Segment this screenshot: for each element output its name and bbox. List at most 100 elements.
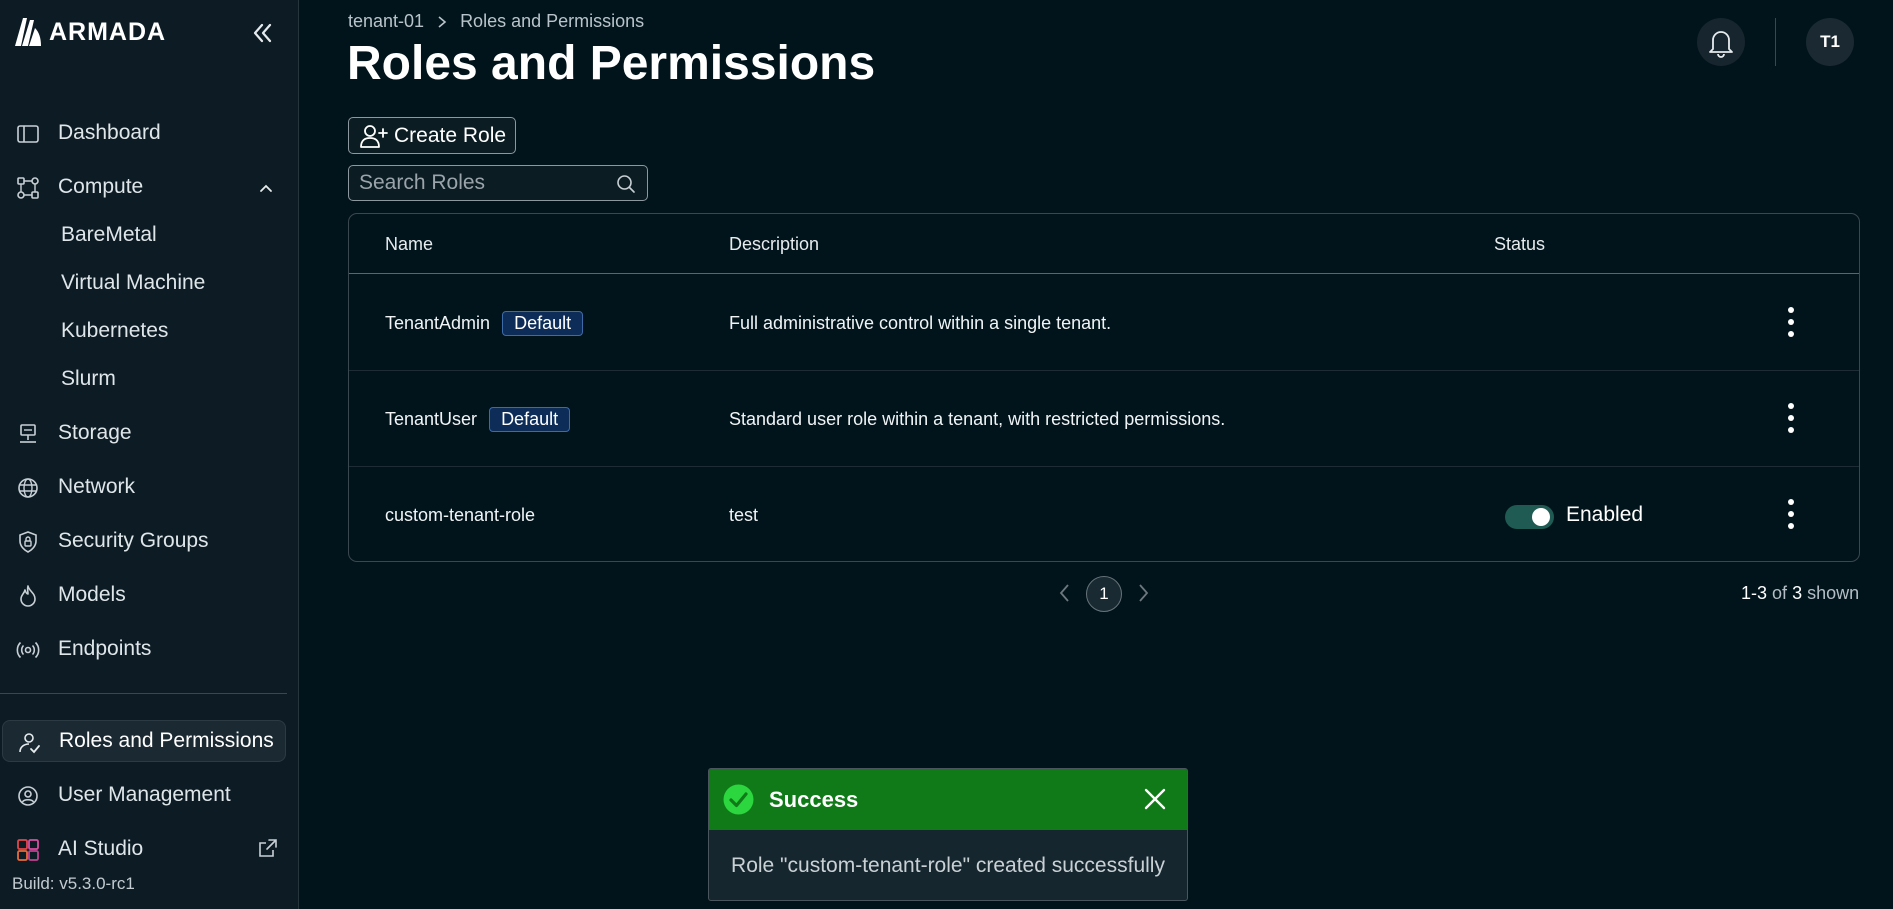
table-row[interactable]: custom-tenant-role test Enabled <box>349 467 1859 561</box>
status-label: Enabled <box>1566 503 1644 526</box>
avatar[interactable]: T1 <box>1806 18 1854 66</box>
column-header-name: Name <box>385 234 434 254</box>
toggle-knob <box>1532 508 1550 526</box>
role-name-cell: TenantUser Default <box>385 371 571 467</box>
results-range: 1-3 <box>1741 583 1768 603</box>
toast-message: Role "custom-tenant-role" created succes… <box>731 854 1165 877</box>
compute-icon <box>17 177 39 199</box>
page-number-button[interactable]: 1 <box>1086 576 1122 612</box>
breadcrumb-tenant-link[interactable]: tenant-01 <box>348 11 424 32</box>
results-shown: shown <box>1807 583 1860 603</box>
toast-title: Success <box>769 787 859 812</box>
armada-logo-icon <box>15 18 41 46</box>
role-name: TenantAdmin <box>385 312 491 333</box>
sidebar-item-label: BareMetal <box>61 223 157 246</box>
search-input[interactable] <box>359 169 599 197</box>
sidebar-item-label: Virtual Machine <box>61 271 206 294</box>
column-header-description: Description <box>729 234 820 254</box>
close-icon[interactable] <box>1143 787 1167 811</box>
chevron-up-icon <box>260 184 272 192</box>
default-badge: Default <box>489 406 571 432</box>
roles-table: Name Description Status TenantAdmin Defa… <box>348 213 1860 562</box>
dashboard-icon <box>17 125 39 143</box>
brand-name: ARMADA <box>49 17 167 46</box>
brand-logo[interactable]: ARMADA <box>13 16 166 48</box>
role-name: TenantUser <box>385 408 478 429</box>
more-options-icon[interactable] <box>1779 305 1803 339</box>
build-version: Build: v5.3.0-rc1 <box>12 874 135 893</box>
sidebar-item-label: Kubernetes <box>61 319 169 342</box>
sidebar-item-label: Models <box>58 583 126 606</box>
page-title: Roles and Permissions <box>347 37 876 90</box>
more-options-icon[interactable] <box>1779 497 1803 531</box>
table-row[interactable]: TenantAdmin Default Full administrative … <box>349 275 1859 371</box>
sidebar-item-user-management[interactable]: User Management <box>0 774 287 816</box>
results-count: 1-3 of 3 shown <box>1741 583 1859 604</box>
chevron-right-icon <box>438 15 447 28</box>
sidebar-item-label: Roles and Permissions <box>59 729 274 752</box>
table-header: Name Description Status <box>349 214 1859 274</box>
next-page-icon[interactable] <box>1134 582 1152 604</box>
sidebar-item-baremetal[interactable]: BareMetal <box>0 214 287 256</box>
results-total: 3 <box>1792 583 1803 603</box>
more-options-icon[interactable] <box>1779 401 1803 435</box>
user-gear-icon <box>18 786 38 806</box>
role-description: Full administrative control within a sin… <box>729 312 1112 333</box>
check-circle-icon <box>723 784 754 815</box>
header-divider <box>1775 18 1776 66</box>
role-name-cell: TenantAdmin Default <box>385 275 584 371</box>
success-toast: Success Role "custom-tenant-role" create… <box>708 768 1188 901</box>
column-header-status: Status <box>1494 234 1546 254</box>
table-row[interactable]: TenantUser Default Standard user role wi… <box>349 371 1859 467</box>
sidebar-item-slurm[interactable]: Slurm <box>0 358 287 400</box>
sidebar-item-virtual-machine[interactable]: Virtual Machine <box>0 262 287 304</box>
role-name-cell: custom-tenant-role <box>385 467 536 561</box>
search-icon[interactable] <box>615 173 637 195</box>
breadcrumb: tenant-01 Roles and Permissions <box>348 11 644 32</box>
globe-icon <box>18 478 38 498</box>
bell-icon <box>1709 31 1733 58</box>
flame-icon <box>20 585 36 607</box>
sidebar-item-models[interactable]: Models <box>0 574 287 616</box>
sidebar-item-kubernetes[interactable]: Kubernetes <box>0 310 287 352</box>
role-name: custom-tenant-role <box>385 504 536 525</box>
sidebar-item-label: Dashboard <box>58 121 161 144</box>
sidebar-item-storage[interactable]: Storage <box>0 412 287 454</box>
toast-header: Success <box>709 769 1187 830</box>
sidebar: ARMADA Dashboard Compute BareMetal Virtu… <box>0 0 299 909</box>
collapse-sidebar-icon[interactable] <box>250 20 276 46</box>
external-link-icon <box>259 839 277 857</box>
breadcrumb-current: Roles and Permissions <box>460 11 645 31</box>
sidebar-item-compute[interactable]: Compute <box>0 166 287 208</box>
sidebar-item-dashboard[interactable]: Dashboard <box>0 112 287 154</box>
sidebar-item-label: Storage <box>58 421 132 444</box>
search-roles <box>348 165 648 201</box>
status-toggle[interactable] <box>1505 505 1554 529</box>
user-check-icon <box>19 733 40 754</box>
sidebar-item-security-groups[interactable]: Security Groups <box>0 520 287 562</box>
broadcast-icon <box>16 641 40 659</box>
storage-icon <box>20 424 36 443</box>
create-role-button[interactable]: Create Role <box>348 117 516 154</box>
default-badge: Default <box>502 310 584 336</box>
sidebar-item-label: Slurm <box>61 367 116 390</box>
sidebar-item-label: Compute <box>58 175 144 198</box>
sidebar-item-ai-studio[interactable]: AI Studio <box>0 828 287 870</box>
notifications-button[interactable] <box>1697 18 1745 66</box>
app-root: ARMADA Dashboard Compute BareMetal Virtu… <box>0 0 1893 909</box>
sidebar-item-label: Network <box>58 475 136 498</box>
previous-page-icon[interactable] <box>1056 582 1074 604</box>
role-description: test <box>729 504 759 525</box>
sidebar-item-label: AI Studio <box>58 837 144 860</box>
sidebar-item-label: Security Groups <box>58 529 209 552</box>
sidebar-item-endpoints[interactable]: Endpoints <box>0 628 287 670</box>
sidebar-item-roles-and-permissions[interactable]: Roles and Permissions <box>2 720 286 762</box>
ai-studio-icon <box>17 839 39 861</box>
sidebar-divider <box>0 693 287 694</box>
sidebar-item-label: Endpoints <box>58 637 152 660</box>
results-of: of <box>1772 583 1788 603</box>
sidebar-item-network[interactable]: Network <box>0 466 287 508</box>
create-role-label: Create Role <box>394 123 507 147</box>
sidebar-item-label: User Management <box>58 783 231 806</box>
shield-lock-icon <box>19 531 37 553</box>
